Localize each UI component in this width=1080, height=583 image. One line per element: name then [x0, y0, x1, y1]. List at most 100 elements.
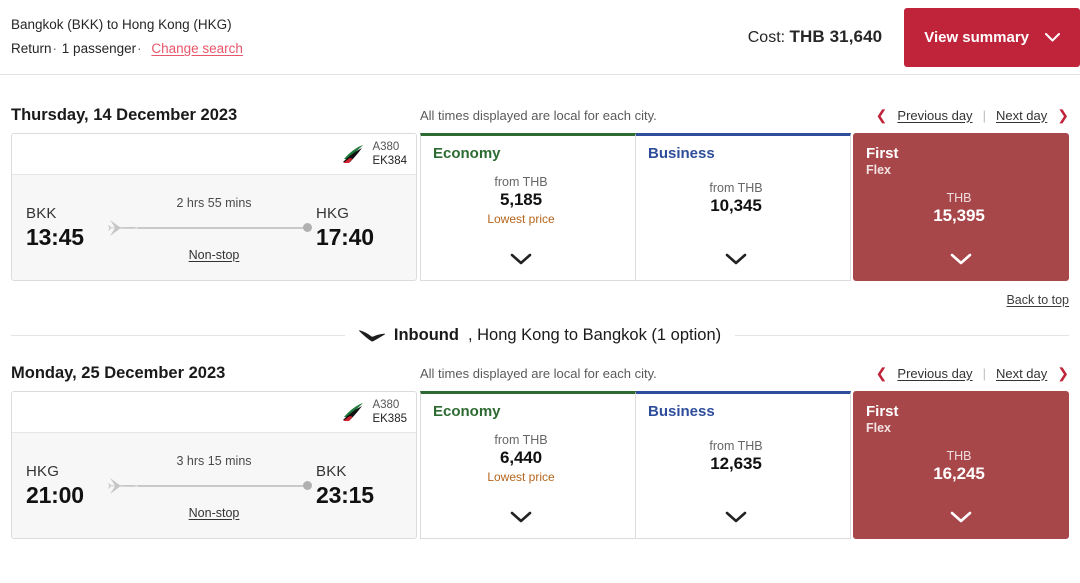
inbound-aircraft-info: A380 EK385 [372, 398, 407, 426]
fare-title-first-outbound: First [866, 145, 899, 162]
previous-day-link-inbound[interactable]: Previous day [897, 366, 972, 381]
chevron-down-icon [950, 510, 972, 528]
back-to-top-link[interactable]: Back to top [1006, 293, 1069, 315]
inbound-plane-icon [359, 328, 385, 342]
inbound-destination-time: 23:15 [316, 481, 374, 508]
price-amount: 16,245 [933, 463, 985, 483]
expand-first-inbound[interactable] [866, 510, 1056, 530]
clipped-text-ghost: ‌‌‌ [0, 75, 1080, 79]
airplane-icon [108, 473, 146, 499]
divider-rule-right [735, 334, 1070, 336]
inbound-flight-card[interactable]: A380 EK385 HKG 21:00 3 hrs 15 mins Non-s… [11, 391, 417, 539]
lowest-price-tag: Lowest price [487, 212, 555, 227]
inbound-aircraft-model: A380 [372, 398, 400, 411]
fare-title-business-inbound: Business [648, 403, 715, 420]
inbound-option-row: A380 EK385 HKG 21:00 3 hrs 15 mins Non-s… [0, 391, 1080, 539]
fare-price-economy-outbound: from THB 5,185 Lowest price [433, 175, 623, 226]
chevron-down-icon [510, 510, 532, 528]
chevron-right-icon: ❯ [1057, 364, 1069, 381]
expand-first-outbound[interactable] [866, 252, 1056, 272]
inbound-date-title: Monday, 25 December 2023 [11, 363, 226, 382]
inbound-flight-card-header: A380 EK385 [12, 392, 416, 433]
outbound-duration: 2 hrs 55 mins [176, 195, 252, 210]
inbound-route-label: , Hong Kong to Bangkok (1 option) [467, 325, 722, 344]
lowest-price-tag: Lowest price [487, 470, 555, 485]
expand-economy-outbound[interactable] [433, 252, 623, 272]
next-day-link-inbound[interactable]: Next day [996, 366, 1047, 381]
expand-business-outbound[interactable] [648, 252, 838, 272]
outbound-flight-card-body: BKK 13:45 2 hrs 55 mins Non-stop HKG 17:… [12, 175, 416, 280]
inbound-flight-number: EK385 [372, 413, 407, 425]
fare-title-economy-outbound: Economy [433, 145, 501, 162]
fare-card-first-outbound[interactable]: First Flex THB 15,395 [853, 133, 1069, 281]
price-from-label: from THB [494, 433, 548, 448]
trip-meta: Return· 1 passenger· Change search [11, 39, 243, 59]
next-day-link-outbound[interactable]: Next day [996, 108, 1047, 123]
outbound-origin: BKK 13:45 [26, 205, 112, 251]
fare-card-economy-outbound[interactable]: Economy from THB 5,185 Lowest price [420, 133, 636, 281]
inbound-destination: BKK 23:15 [316, 463, 402, 509]
emirates-logo-icon [340, 143, 366, 165]
expand-business-inbound[interactable] [648, 510, 838, 530]
leg-arrival-dot [303, 481, 312, 490]
chevron-down-icon [950, 252, 972, 270]
inbound-fare-list: Economy from THB 6,440 Lowest price Busi… [420, 391, 1069, 539]
outbound-stops-link[interactable]: Non-stop [189, 248, 240, 262]
fare-price-first-outbound: THB 15,395 [866, 191, 1056, 226]
fare-card-business-outbound[interactable]: Business from THB 10,345 [636, 133, 851, 281]
fare-card-first-inbound[interactable]: First Flex THB 16,245 [853, 391, 1069, 539]
fare-card-business-inbound[interactable]: Business from THB 12,635 [636, 391, 851, 539]
fare-subtitle-first-inbound: Flex [866, 421, 892, 436]
chevron-down-icon [725, 510, 747, 528]
inbound-origin: HKG 21:00 [26, 463, 112, 509]
cost-label: Cost: [747, 29, 786, 46]
outbound-option-row: A380 EK384 BKK 13:45 2 hrs 55 mins Non-s… [0, 133, 1080, 281]
outbound-fare-list: Economy from THB 5,185 Lowest price Busi… [420, 133, 1069, 281]
chevron-down-icon [1045, 29, 1060, 46]
outbound-aircraft-info: A380 EK384 [372, 140, 407, 168]
cost-value: THB 31,640 [789, 27, 883, 46]
leg-arrival-dot [303, 223, 312, 232]
inbound-local-times-note: All times displayed are local for each c… [420, 365, 657, 381]
outbound-leg: 2 hrs 55 mins Non-stop [108, 192, 316, 264]
fare-card-economy-inbound[interactable]: Economy from THB 6,440 Lowest price [420, 391, 636, 539]
view-summary-button[interactable]: View summary [904, 7, 1080, 67]
inbound-destination-code: BKK [316, 462, 347, 480]
price-from-label: THB [946, 190, 972, 205]
price-from-label: THB [946, 448, 972, 463]
trip-summary: Bangkok (BKK) to Hong Kong (HKG) Return·… [11, 15, 243, 58]
passenger-count: 1 passenger [61, 41, 137, 56]
chevron-down-icon [725, 252, 747, 270]
previous-day-link-outbound[interactable]: Previous day [897, 108, 972, 123]
fare-price-first-inbound: THB 16,245 [866, 449, 1056, 484]
clipped-content-row: ‌‌‌ [0, 75, 1080, 97]
chevron-left-icon: ❮ [875, 364, 888, 381]
fare-price-business-outbound: from THB 10,345 [648, 181, 838, 216]
outbound-day-nav: ❮ Previous day | Next day ❯ [876, 107, 1069, 124]
outbound-flight-card-header: A380 EK384 [12, 134, 416, 175]
emirates-logo-icon [340, 401, 366, 423]
chevron-left-icon: ❮ [875, 106, 888, 123]
fare-price-economy-inbound: from THB 6,440 Lowest price [433, 433, 623, 484]
top-bar-right: Cost: THB 31,640 View summary [748, 0, 1080, 74]
inbound-day-nav: ❮ Previous day | Next day ❯ [876, 365, 1069, 382]
outbound-flight-card[interactable]: A380 EK384 BKK 13:45 2 hrs 55 mins Non-s… [11, 133, 417, 281]
view-summary-label: View summary [924, 28, 1029, 46]
nav-divider: | [982, 365, 986, 381]
meta-separator-1: · [52, 41, 58, 56]
fare-subtitle-first-outbound: Flex [866, 163, 892, 178]
outbound-local-times-note: All times displayed are local for each c… [420, 107, 657, 123]
outbound-flight-number: EK384 [372, 155, 407, 167]
day-header-outbound: Thursday, 14 December 2023 All times dis… [0, 97, 1080, 133]
price-amount: 10,345 [710, 195, 762, 215]
inbound-origin-time: 21:00 [26, 481, 84, 508]
trip-route: Bangkok (BKK) to Hong Kong (HKG) [11, 17, 232, 33]
expand-economy-inbound[interactable] [433, 510, 623, 530]
change-search-link[interactable]: Change search [151, 41, 243, 56]
outbound-destination: HKG 17:40 [316, 205, 402, 251]
inbound-label: Inbound [393, 325, 459, 344]
leg-track [138, 226, 307, 229]
outbound-origin-code: BKK [26, 204, 57, 222]
day-header-inbound: Monday, 25 December 2023 All times displ… [0, 355, 1080, 391]
inbound-stops-link[interactable]: Non-stop [189, 506, 240, 520]
